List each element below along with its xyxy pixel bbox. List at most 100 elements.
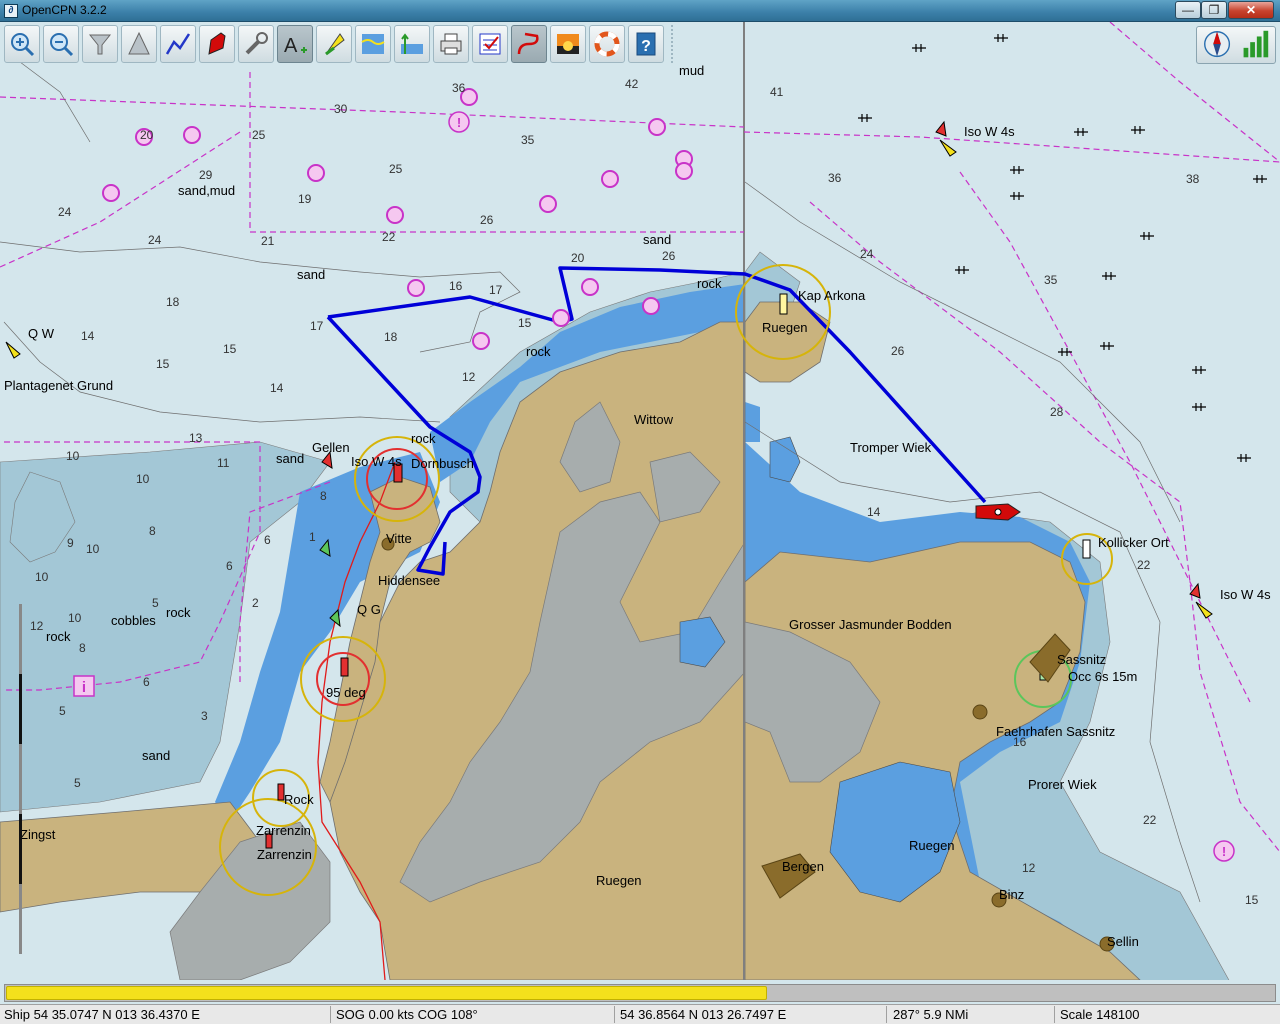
cursor-position: 54 36.8564 N 013 26.7497 E [620, 1007, 787, 1022]
svg-text:15: 15 [518, 316, 532, 330]
tides-button[interactable] [355, 25, 391, 63]
svg-text:12: 12 [30, 619, 44, 633]
status-separator [330, 1006, 331, 1023]
svg-text:1: 1 [309, 530, 316, 544]
svg-text:18: 18 [384, 330, 398, 344]
svg-text:Wittow: Wittow [634, 412, 674, 427]
track-icon [517, 32, 539, 55]
svg-text:25: 25 [389, 162, 403, 176]
lifebuoy-icon [594, 31, 620, 57]
help-button[interactable]: ? [628, 25, 664, 63]
text-icon: A [284, 35, 307, 57]
svg-text:21: 21 [261, 234, 275, 248]
svg-text:Hiddensee: Hiddensee [378, 573, 440, 588]
color-scheme-button[interactable] [550, 25, 586, 63]
checklist-icon [479, 33, 501, 55]
progress-fill [6, 986, 767, 1000]
pyramid-icon [128, 31, 150, 55]
printer-icon [440, 33, 462, 55]
scale-out-button[interactable] [121, 25, 157, 63]
svg-text:18: 18 [166, 295, 180, 309]
svg-text:28: 28 [1050, 405, 1064, 419]
zoom-out-button[interactable] [43, 25, 79, 63]
route-icon [165, 33, 191, 55]
svg-text:Sassnitz: Sassnitz [1057, 652, 1106, 667]
svg-text:5: 5 [152, 596, 159, 610]
svg-text:14: 14 [867, 505, 881, 519]
svg-text:29: 29 [199, 168, 213, 182]
svg-text:8: 8 [149, 524, 156, 538]
window-title: OpenCPN 3.2.2 [22, 3, 107, 17]
toolbar-grip[interactable] [671, 25, 677, 63]
route-button[interactable] [160, 25, 196, 63]
svg-text:38: 38 [1186, 172, 1200, 186]
svg-text:?: ? [641, 38, 651, 55]
status-separator [886, 1006, 887, 1023]
svg-text:20: 20 [571, 251, 585, 265]
svg-text:41: 41 [770, 85, 784, 99]
svg-text:Sellin: Sellin [1107, 934, 1139, 949]
svg-text:cobbles: cobbles [111, 613, 156, 628]
svg-text:10: 10 [68, 611, 82, 625]
funnel-icon [88, 34, 112, 55]
svg-text:Plantagenet Grund: Plantagenet Grund [4, 378, 113, 393]
print-button[interactable] [433, 25, 469, 63]
info-icon[interactable]: i [73, 675, 95, 697]
svg-text:35: 35 [521, 133, 535, 147]
title-bar[interactable]: ∂ OpenCPN 3.2.2 — ❐ ✕ [0, 0, 1280, 22]
zoom-in-button[interactable] [4, 25, 40, 63]
svg-text:8: 8 [320, 489, 327, 503]
svg-text:Bergen: Bergen [782, 859, 824, 874]
svg-text:95 deg: 95 deg [326, 685, 366, 700]
scale-in-button[interactable] [82, 25, 118, 63]
svg-text:22: 22 [1143, 813, 1157, 827]
svg-text:12: 12 [462, 370, 476, 384]
svg-text:Ruegen: Ruegen [596, 873, 642, 888]
svg-text:sand: sand [643, 232, 671, 247]
mob-button[interactable] [589, 25, 625, 63]
svg-text:rock: rock [166, 605, 191, 620]
svg-text:9: 9 [67, 536, 74, 550]
svg-text:Tromper Wiek: Tromper Wiek [850, 440, 932, 455]
svg-text:20: 20 [140, 128, 154, 142]
svg-text:42: 42 [625, 77, 639, 91]
svg-text:10: 10 [35, 570, 49, 584]
currents-button[interactable] [394, 25, 430, 63]
svg-text:3: 3 [201, 709, 208, 723]
follow-ship-button[interactable] [199, 25, 235, 63]
svg-text:Rock: Rock [284, 792, 314, 807]
svg-text:sand: sand [142, 748, 170, 763]
chart-canvas[interactable]: i ! ! Kap Arkona Ruegen Wittow Tromper W… [0, 22, 1280, 980]
route-manager-button[interactable] [472, 25, 508, 63]
svg-text:sand: sand [297, 267, 325, 282]
svg-text:rock: rock [411, 431, 436, 446]
svg-text:15: 15 [223, 342, 237, 356]
svg-text:16: 16 [449, 279, 463, 293]
maximize-button[interactable]: ❐ [1201, 1, 1227, 19]
zoom-in-icon [11, 33, 35, 57]
current-tide-button[interactable] [316, 25, 352, 63]
compass-icon [1204, 31, 1231, 58]
text-button[interactable]: A [277, 25, 313, 63]
settings-button[interactable] [238, 25, 274, 63]
svg-text:Occ 6s 15m: Occ 6s 15m [1068, 669, 1137, 684]
svg-text:14: 14 [270, 381, 284, 395]
svg-text:Zarrenzin: Zarrenzin [256, 823, 311, 838]
svg-text:25: 25 [252, 128, 266, 142]
svg-text:Iso W 4s: Iso W 4s [964, 124, 1015, 139]
svg-text:6: 6 [264, 533, 271, 547]
svg-text:Vitte: Vitte [386, 531, 412, 546]
sunset-icon [557, 34, 579, 54]
svg-text:Gellen: Gellen [312, 440, 350, 455]
minimize-button[interactable]: — [1175, 1, 1201, 19]
svg-text:sand,mud: sand,mud [178, 183, 235, 198]
zoom-out-icon [50, 33, 74, 57]
compass-widget[interactable] [1196, 26, 1276, 64]
close-button[interactable]: ✕ [1228, 1, 1274, 19]
svg-text:Zarrenzin: Zarrenzin [257, 847, 312, 862]
svg-text:17: 17 [489, 283, 503, 297]
track-button[interactable] [511, 25, 547, 63]
svg-text:12: 12 [1022, 861, 1036, 875]
svg-text:10: 10 [136, 472, 150, 486]
current-icon [401, 33, 423, 54]
